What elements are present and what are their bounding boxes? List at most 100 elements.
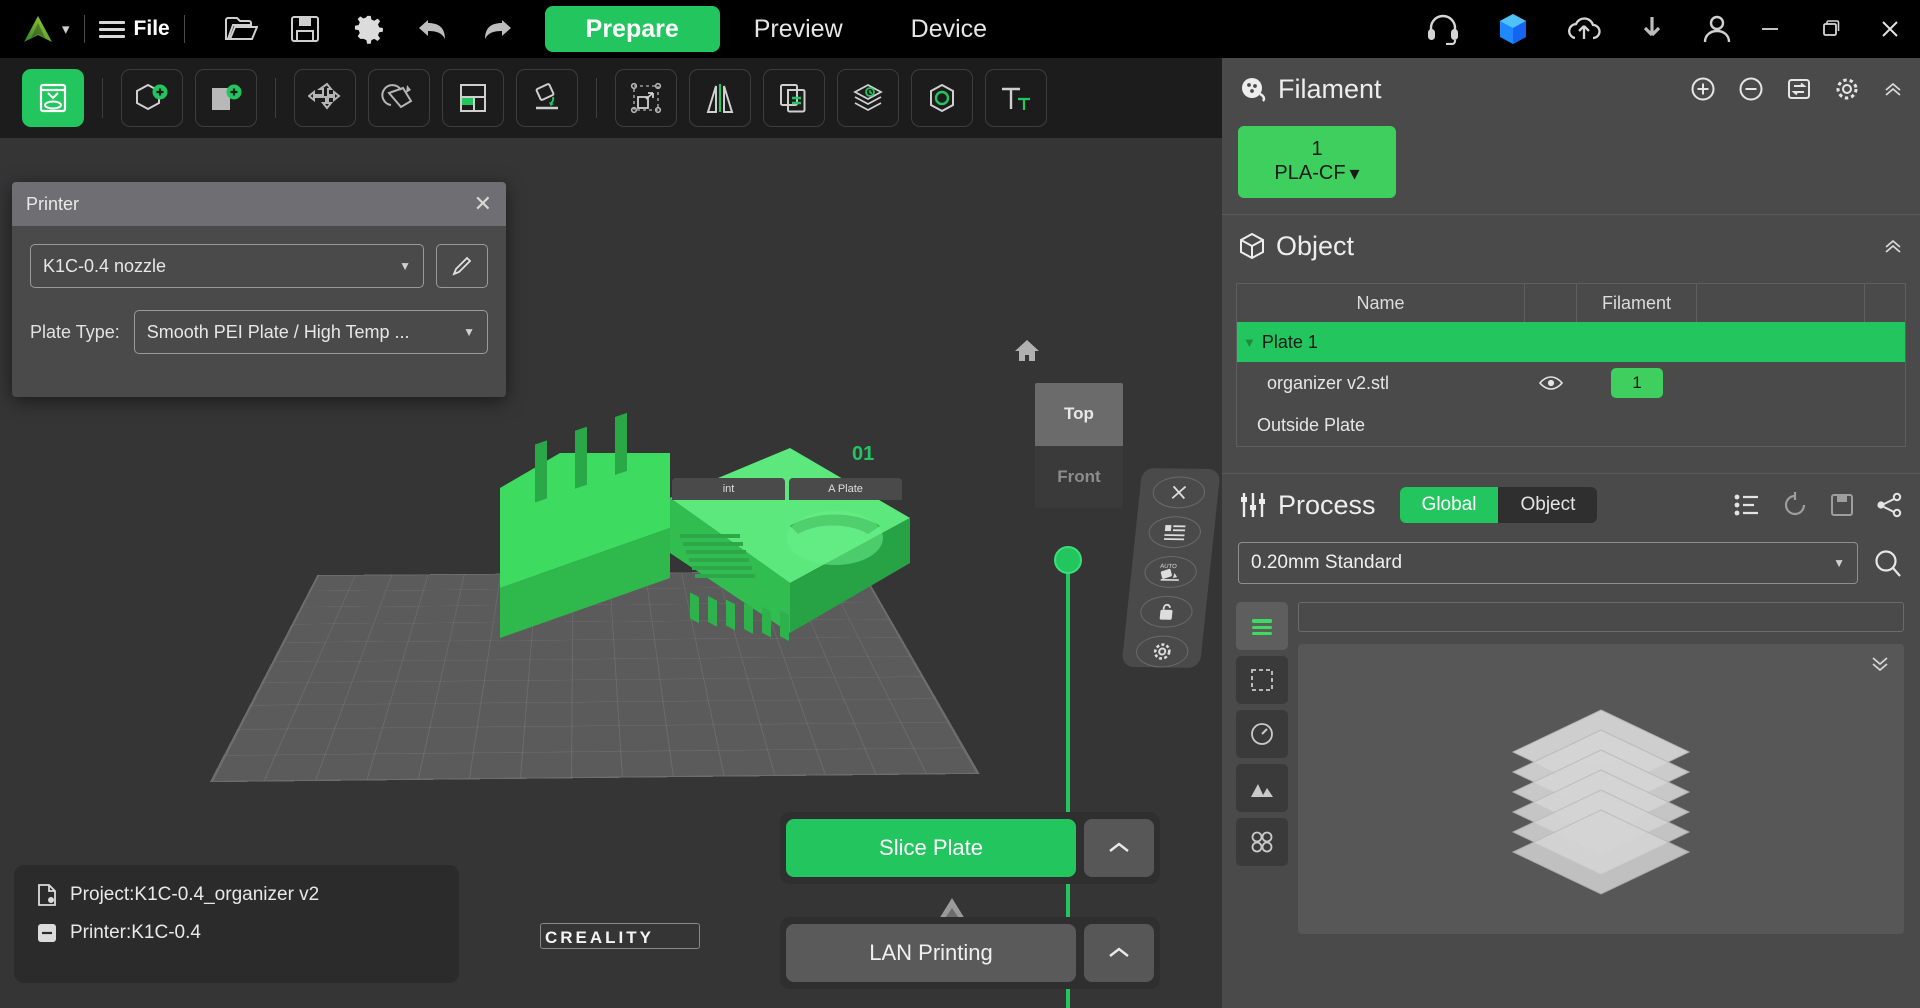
tab-prepare[interactable]: Prepare (544, 6, 720, 52)
slice-options-chevron-icon[interactable] (1084, 819, 1154, 877)
expand-chevron-icon[interactable] (1870, 654, 1890, 672)
user-account-icon[interactable] (1702, 13, 1732, 45)
headset-support-icon[interactable] (1426, 13, 1460, 45)
main-tabs: Prepare Preview Device (544, 6, 1021, 52)
sync-filament-icon[interactable] (1786, 76, 1812, 102)
process-settings-bar[interactable] (1298, 602, 1904, 632)
download-arrow-icon[interactable] (1638, 14, 1666, 44)
layer-stack-illustration (1451, 704, 1751, 934)
process-section-header: Process Global Object (1222, 474, 1920, 536)
support-painting-tool[interactable] (911, 69, 973, 127)
plate-tab-a-plate[interactable]: A Plate (789, 478, 902, 500)
collapse-chevron-icon[interactable] (1882, 78, 1904, 100)
move-tool[interactable] (294, 69, 356, 127)
model-organizer-v2[interactable] (490, 388, 920, 688)
titlebar-icon-group (217, 7, 521, 51)
process-section-title: Process (1278, 489, 1376, 520)
pencil-edit-icon (451, 255, 473, 277)
scale-tool[interactable] (442, 69, 504, 127)
maximize-button[interactable] (1800, 0, 1860, 58)
cube-model-library-icon[interactable] (1496, 12, 1530, 46)
process-preset-row: 0.20mm Standard ▼ (1222, 542, 1920, 584)
object-section-header: Object (1222, 215, 1920, 277)
table-row-outside-plate[interactable]: Outside Plate (1237, 404, 1905, 446)
close-button[interactable] (1860, 0, 1920, 58)
cube-icon (1238, 232, 1266, 260)
gear-icon[interactable] (345, 7, 393, 51)
table-row-plate[interactable]: ▼ Plate 1 (1237, 322, 1905, 362)
save-preset-icon[interactable] (1830, 493, 1854, 517)
view-front-button[interactable]: Front (1035, 445, 1123, 508)
close-plate-icon[interactable] (1151, 476, 1207, 509)
layer-slider-knob-top[interactable] (1054, 546, 1082, 574)
cloud-upload-icon[interactable] (1566, 14, 1602, 44)
filament-slot-index: 1 (1311, 138, 1323, 160)
edit-printer-button[interactable] (436, 244, 488, 288)
speed-tab-icon[interactable] (1236, 710, 1288, 758)
view-top-button[interactable]: Top (1035, 383, 1123, 446)
add-filament-icon[interactable] (1690, 76, 1716, 102)
support-tab-icon[interactable] (1236, 764, 1288, 812)
build-plate-tool[interactable] (22, 69, 84, 127)
reset-icon[interactable] (1782, 492, 1808, 518)
compare-preset-icon[interactable] (1876, 492, 1904, 518)
mirror-tool[interactable] (689, 69, 751, 127)
process-scope-object[interactable]: Object (1498, 487, 1597, 523)
others-tab-icon[interactable] (1236, 818, 1288, 866)
divider (596, 78, 597, 118)
add-plate-tool[interactable] (195, 69, 257, 127)
gear-icon[interactable] (1834, 76, 1860, 102)
remove-filament-icon[interactable] (1738, 76, 1764, 102)
copy-tool[interactable] (763, 69, 825, 127)
gear-icon[interactable] (1134, 635, 1190, 668)
variable-layer-height-tool[interactable] (837, 69, 899, 127)
open-folder-icon[interactable] (217, 7, 265, 51)
rotate-tool[interactable] (368, 69, 430, 127)
tab-device[interactable]: Device (877, 6, 1021, 52)
file-menu-button[interactable]: File (98, 17, 170, 41)
undo-icon[interactable] (409, 7, 457, 51)
chevron-down-icon[interactable]: ▾ (62, 22, 70, 37)
lay-on-face-tool[interactable] (516, 69, 578, 127)
view-orientation-cube: Top Front (1035, 383, 1123, 508)
lan-printing-button[interactable]: LAN Printing (786, 924, 1076, 982)
strength-tab-icon[interactable] (1236, 656, 1288, 704)
quality-tab-icon[interactable] (1236, 602, 1288, 650)
add-object-tool[interactable] (121, 69, 183, 127)
app-logo-group[interactable]: ▾ (0, 14, 70, 44)
triangle-down-icon[interactable]: ▼ (1243, 335, 1256, 350)
printer-select[interactable]: K1C-0.4 nozzle ▼ (30, 244, 424, 288)
slice-plate-button[interactable]: Slice Plate (786, 819, 1076, 877)
table-row-object[interactable]: organizer v2.stl 1 (1237, 362, 1905, 404)
minimize-button[interactable] (1740, 0, 1800, 58)
printer-dialog-body: K1C-0.4 nozzle ▼ Plate Type: Smooth PEI … (12, 226, 506, 354)
auto-orient-icon[interactable]: AUTO (1142, 555, 1199, 589)
filament-header-actions (1690, 76, 1904, 102)
divider (183, 15, 185, 43)
plate-type-select[interactable]: Smooth PEI Plate / High Temp ... ▼ (133, 310, 488, 354)
print-options-chevron-icon[interactable] (1084, 924, 1154, 982)
lock-icon[interactable] (1138, 595, 1195, 629)
collapse-chevron-icon[interactable] (1882, 235, 1904, 257)
save-icon[interactable] (281, 7, 329, 51)
close-icon[interactable]: ✕ (474, 193, 492, 215)
redo-icon[interactable] (473, 7, 521, 51)
parameter-list-icon[interactable] (1734, 493, 1760, 517)
eye-visible-icon[interactable] (1525, 375, 1577, 391)
printer-dialog-title: Printer (26, 193, 80, 214)
plate-tab-print[interactable]: int (672, 478, 785, 500)
search-icon[interactable] (1872, 547, 1904, 579)
chevron-down-icon: ▼ (399, 259, 411, 273)
auto-arrange-tool[interactable] (615, 69, 677, 127)
text-tool[interactable] (985, 69, 1047, 127)
object-row-filament-badge[interactable]: 1 (1611, 368, 1663, 398)
tab-preview[interactable]: Preview (720, 6, 877, 52)
home-view-icon[interactable] (1013, 338, 1041, 364)
column-header-extra1 (1697, 284, 1865, 322)
window-controls (1740, 0, 1920, 58)
process-preset-select[interactable]: 0.20mm Standard ▼ (1238, 542, 1858, 584)
process-scope-global[interactable]: Global (1399, 487, 1499, 523)
object-header-actions (1882, 235, 1904, 257)
plate-settings-list-icon[interactable] (1146, 515, 1203, 549)
filament-slot-1[interactable]: 1 PLA-CF ▾ (1238, 126, 1396, 198)
